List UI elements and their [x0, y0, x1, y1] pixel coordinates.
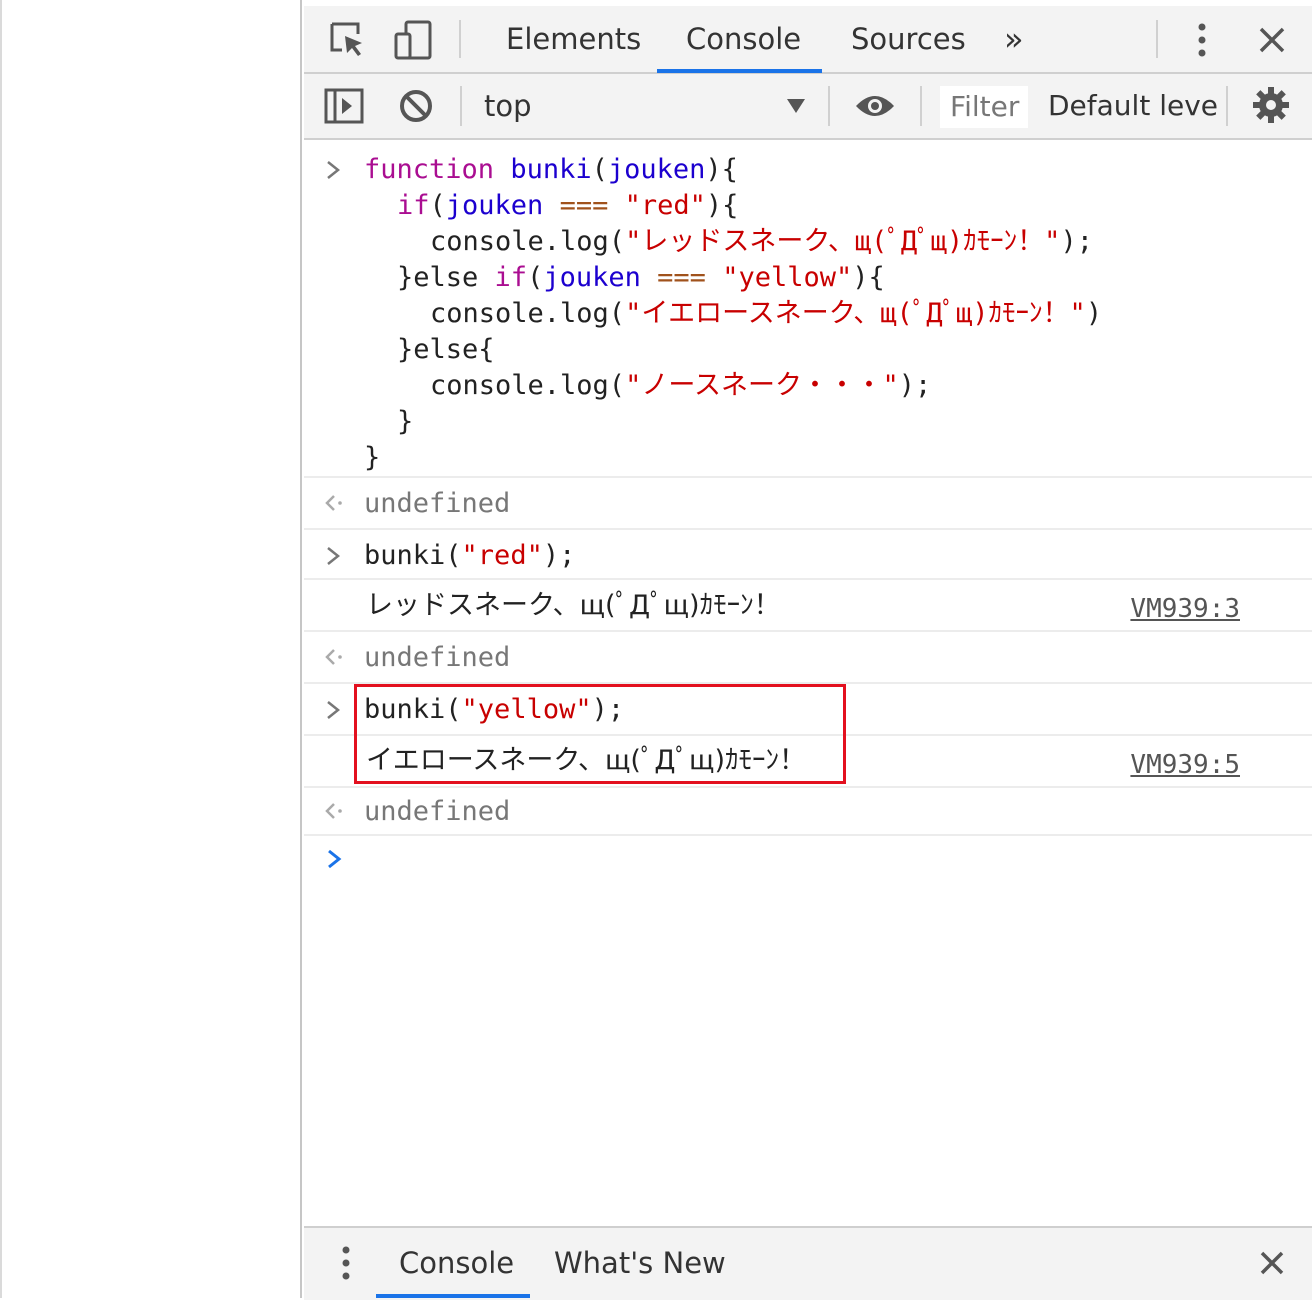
- source-link[interactable]: VM939:5: [1130, 750, 1240, 780]
- kebab-menu-icon[interactable]: [1194, 22, 1210, 62]
- code-line: if(jouken === "red"){: [397, 190, 739, 221]
- code-line: }else if(jouken === "yellow"){: [397, 262, 885, 293]
- show-sidebar-icon[interactable]: [324, 88, 364, 128]
- log-message: レッドスネーク、щ(ﾟДﾟщ)ｶﾓｰﾝ！: [366, 590, 781, 621]
- device-toolbar-icon[interactable]: [392, 20, 434, 66]
- result-value: undefined: [364, 796, 511, 827]
- drawer-tab-console[interactable]: Console: [399, 1228, 514, 1298]
- code-line: }: [397, 406, 414, 437]
- drawer-active-tab-indicator: [376, 1294, 530, 1298]
- tab-sources[interactable]: Sources: [851, 6, 966, 72]
- toolbar-separator: [920, 86, 922, 126]
- clear-console-icon[interactable]: [398, 88, 434, 128]
- console-output: function bunki(jouken){ if(jouken === "r…: [304, 140, 1312, 1226]
- tab-elements[interactable]: Elements: [506, 6, 641, 72]
- page-viewport: [0, 0, 302, 1298]
- result-arrow-icon: [324, 494, 344, 516]
- live-expression-eye-icon[interactable]: [854, 92, 896, 124]
- code-line: }: [364, 442, 381, 473]
- tab-separator: [459, 20, 461, 58]
- source-link[interactable]: VM939:3: [1130, 594, 1240, 624]
- console-result-entry: undefined: [304, 480, 1312, 530]
- chevron-down-icon[interactable]: [786, 98, 806, 118]
- input-prompt-icon: [326, 700, 341, 724]
- devtools-panel: Elements Console Sources » top Filter De…: [304, 0, 1312, 1300]
- result-arrow-icon: [324, 648, 344, 670]
- console-result-entry: undefined: [304, 632, 1312, 684]
- code-line: bunki("red");: [364, 540, 576, 571]
- toolbar-separator: [828, 86, 830, 126]
- tab-separator: [1156, 20, 1158, 58]
- result-arrow-icon: [324, 802, 344, 824]
- toolbar-separator: [460, 86, 462, 126]
- toolbar-separator: [1226, 86, 1228, 126]
- active-tab-indicator: [657, 69, 822, 73]
- console-input-field[interactable]: [360, 838, 1300, 878]
- console-prompt-icon: [326, 848, 342, 874]
- result-value: undefined: [364, 642, 511, 673]
- devtools-tab-bar: Elements Console Sources »: [304, 6, 1312, 74]
- gear-icon[interactable]: [1252, 86, 1290, 128]
- drawer-menu-icon[interactable]: [340, 1246, 352, 1284]
- drawer-tab-bar: Console What's New: [304, 1226, 1312, 1300]
- result-value: undefined: [364, 488, 511, 519]
- code-line: function bunki(jouken){: [364, 154, 738, 185]
- drawer-tab-whats-new[interactable]: What's New: [554, 1228, 726, 1298]
- console-input-entry: bunki("red");: [304, 530, 1312, 580]
- inspect-element-icon[interactable]: [328, 20, 368, 64]
- log-levels-dropdown[interactable]: Default leve: [1048, 74, 1218, 138]
- code-line: console.log("レッドスネーク、щ(ﾟДﾟщ)ｶﾓｰﾝ！");: [430, 226, 1093, 257]
- context-selector[interactable]: top: [484, 74, 532, 138]
- tab-console[interactable]: Console: [686, 6, 801, 72]
- console-result-entry: undefined: [304, 788, 1312, 836]
- console-input-entry: function bunki(jouken){ if(jouken === "r…: [304, 140, 1312, 478]
- input-prompt-icon: [326, 160, 341, 184]
- code-line: console.log("ノースネーク・・・");: [430, 370, 932, 401]
- code-line: }else{: [397, 334, 495, 365]
- highlight-annotation-box: [354, 684, 846, 784]
- console-toolbar: top Filter Default leve: [304, 74, 1312, 140]
- filter-input[interactable]: Filter: [940, 86, 1028, 128]
- more-tabs-icon[interactable]: »: [1004, 6, 1024, 72]
- console-log-entry: レッドスネーク、щ(ﾟДﾟщ)ｶﾓｰﾝ！ VM939:3: [304, 580, 1312, 632]
- input-prompt-icon: [326, 546, 341, 570]
- code-line: console.log("イエロースネーク、щ(ﾟДﾟщ)ｶﾓｰﾝ！"): [430, 298, 1103, 329]
- close-devtools-icon[interactable]: [1258, 26, 1286, 58]
- close-drawer-icon[interactable]: [1259, 1250, 1285, 1280]
